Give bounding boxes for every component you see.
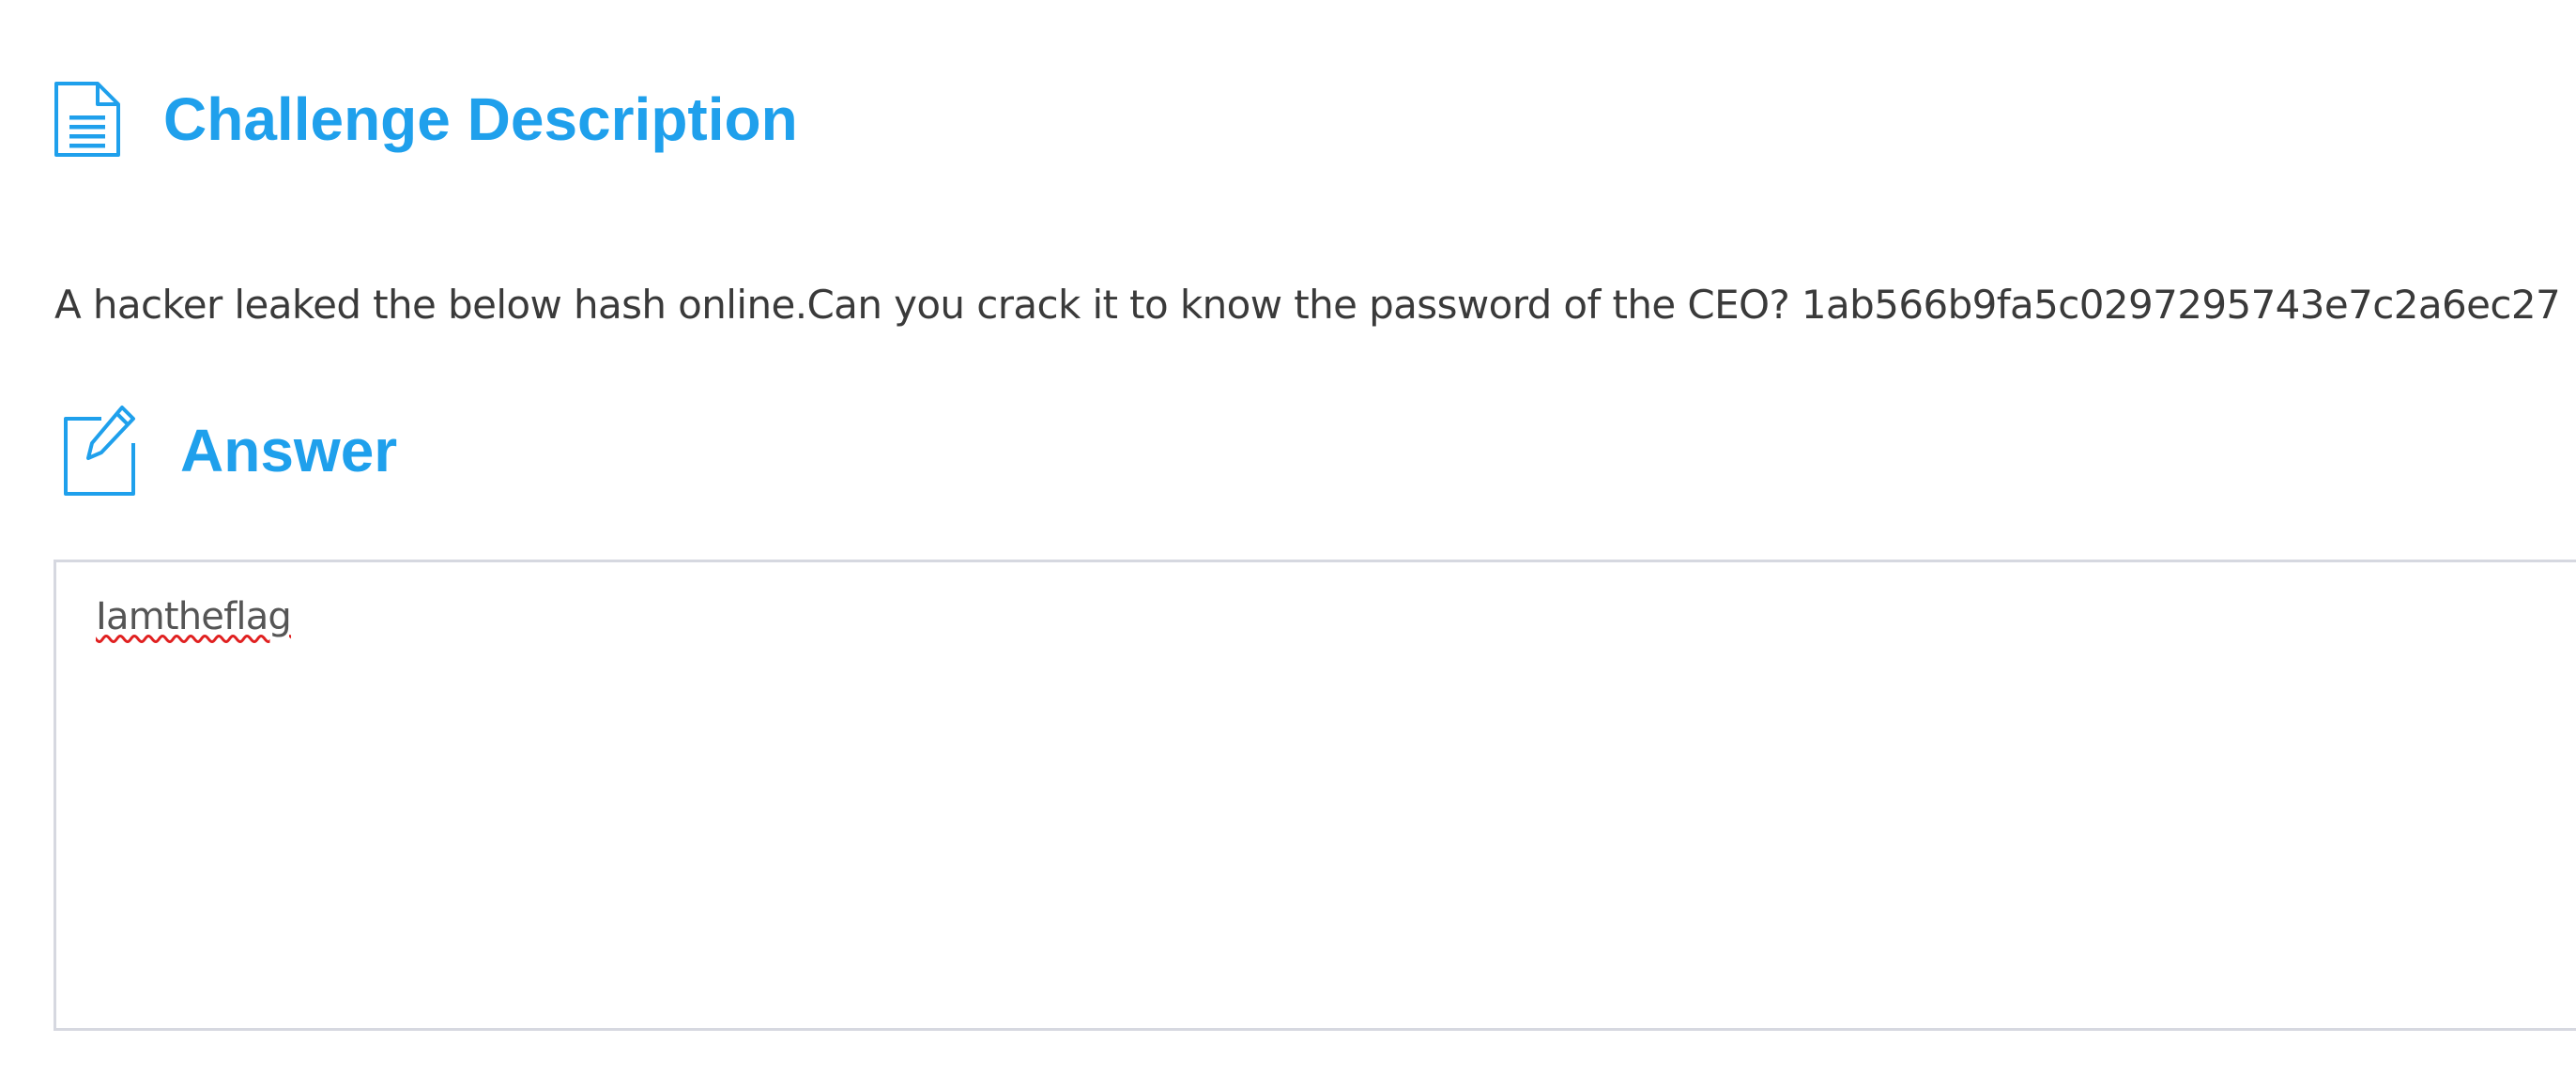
answer-header: Answer (60, 404, 397, 498)
answer-title: Answer (180, 417, 398, 484)
edit-icon (60, 404, 137, 498)
answer-textarea[interactable]: Iamtheflag (54, 560, 2576, 1031)
challenge-title: Challenge Description (163, 85, 798, 153)
answer-value: Iamtheflag (96, 595, 292, 638)
challenge-description: A hacker leaked the below hash online.Ca… (54, 282, 2561, 328)
document-icon (53, 80, 122, 159)
challenge-header: Challenge Description (53, 68, 798, 171)
